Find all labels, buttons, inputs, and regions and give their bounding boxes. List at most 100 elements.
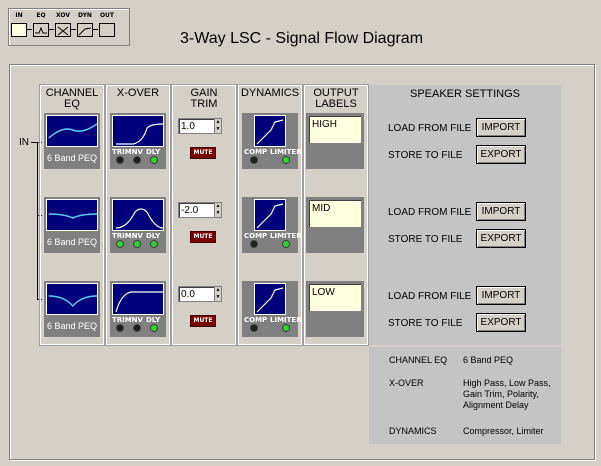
nav-label-xov: XOV <box>56 12 70 19</box>
dyn-comp-label-ch2: COMP <box>244 232 268 240</box>
dynamics-curve-icon <box>256 287 284 313</box>
eq-label-ch3: 6 Band PEQ <box>46 321 98 331</box>
dyn-comp-led-ch1[interactable] <box>250 156 258 164</box>
xover-trim-led-ch1[interactable] <box>116 156 124 164</box>
xover-trim-led-ch2[interactable] <box>116 240 124 248</box>
dyn-limiter-led-ch2[interactable] <box>282 240 290 248</box>
xover-icon <box>57 26 69 36</box>
gain-input-ch1[interactable]: 1.0 <box>178 118 216 134</box>
spin-down-icon[interactable]: ▼ <box>215 294 221 301</box>
signal-flow-nav: IN EQ XOV DYN OUT <box>8 8 130 46</box>
nav-label-dyn: DYN <box>78 12 92 19</box>
nav-out-button[interactable] <box>99 23 115 37</box>
xover-inv-label-ch1: INV <box>129 148 143 156</box>
export-button-ch2[interactable]: EXPORT <box>476 229 526 248</box>
gain-spinner-ch2[interactable]: ▲ ▼ <box>214 202 222 218</box>
dyn-comp-led-ch3[interactable] <box>250 324 258 332</box>
dynamics-display-ch3 <box>254 283 286 315</box>
dynamics-display-ch1 <box>254 115 286 147</box>
export-button-ch1[interactable]: EXPORT <box>476 145 526 164</box>
eq-display-ch1 <box>46 115 98 147</box>
xover-inv-label-ch3: INV <box>129 316 143 324</box>
header-xover: X-OVER <box>116 87 160 99</box>
mute-button-ch3[interactable]: MUTE <box>190 315 216 327</box>
xover-trim-led-ch3[interactable] <box>116 324 124 332</box>
legend-xover-val-1: High Pass, Low Pass, <box>463 378 551 388</box>
dyn-limiter-label-ch2: LIMITER <box>270 232 302 240</box>
spin-up-icon[interactable]: ▲ <box>215 203 221 210</box>
legend-xover-val-2: Gain Trim, Polarity, <box>463 389 539 399</box>
output-label-input-ch1[interactable]: HIGH <box>308 115 362 144</box>
store-to-file-label-ch2: STORE TO FILE <box>388 234 463 245</box>
xover-curve-icon <box>115 291 163 313</box>
import-button-ch3[interactable]: IMPORT <box>476 286 526 305</box>
gain-spinner-ch3[interactable]: ▲ ▼ <box>214 286 222 302</box>
xover-curve-icon <box>115 208 164 229</box>
spin-down-icon[interactable]: ▼ <box>215 210 221 217</box>
nav-dyn-button[interactable] <box>77 23 93 37</box>
mute-button-ch1[interactable]: MUTE <box>190 147 216 159</box>
spin-down-icon[interactable]: ▼ <box>215 126 221 133</box>
nav-xover-button[interactable] <box>55 23 71 37</box>
xover-dly-label-ch1: DLY <box>146 148 161 156</box>
eq-display-ch2 <box>46 199 98 231</box>
xover-dly-led-ch1[interactable] <box>150 156 158 164</box>
eq-label-ch2: 6 Band PEQ <box>46 237 98 247</box>
gain-input-ch3[interactable]: 0.0 <box>178 286 216 302</box>
load-from-file-label-ch2: LOAD FROM FILE <box>388 207 472 218</box>
gain-spinner-ch1[interactable]: ▲ ▼ <box>214 118 222 134</box>
dyn-comp-led-ch2[interactable] <box>250 240 258 248</box>
header-dynamics: DYNAMICS <box>240 87 300 99</box>
header-eq: CHANNEL EQ <box>45 87 99 110</box>
dynamics-display-ch2 <box>254 199 286 231</box>
input-bus <box>37 142 38 300</box>
dynamics-curve-icon <box>256 119 284 145</box>
nav-eq-button[interactable] <box>33 23 49 37</box>
eq-display-ch3 <box>46 283 98 315</box>
eq-curve-icon <box>48 123 98 139</box>
xover-display-ch2 <box>112 199 164 231</box>
import-button-ch1[interactable]: IMPORT <box>476 118 526 137</box>
xover-display-ch3 <box>112 283 164 315</box>
import-button-ch2[interactable]: IMPORT <box>476 202 526 221</box>
xover-dly-label-ch3: DLY <box>146 316 161 324</box>
header-gain: GAIN TRIM <box>190 87 218 110</box>
output-label-input-ch3[interactable]: LOW <box>308 283 362 312</box>
legend-dyn-val: Compressor, Limiter <box>463 426 544 436</box>
nav-label-in: IN <box>15 12 23 19</box>
xover-dly-led-ch3[interactable] <box>150 324 158 332</box>
dynamics-icon <box>78 27 92 36</box>
eq-label-ch1: 6 Band PEQ <box>46 153 98 163</box>
dyn-limiter-led-ch3[interactable] <box>282 324 290 332</box>
load-from-file-label-ch1: LOAD FROM FILE <box>388 123 472 134</box>
xover-inv-led-ch3[interactable] <box>133 324 141 332</box>
eq-curve-icon <box>35 26 47 34</box>
mute-button-ch2[interactable]: MUTE <box>190 231 216 243</box>
xover-dly-label-ch2: DLY <box>146 232 161 240</box>
xover-inv-label-ch2: INV <box>129 232 143 240</box>
dyn-limiter-label-ch3: LIMITER <box>270 316 302 324</box>
export-button-ch3[interactable]: EXPORT <box>476 313 526 332</box>
xover-inv-led-ch2[interactable] <box>133 240 141 248</box>
header-speaker: SPEAKER SETTINGS <box>409 88 521 100</box>
eq-curve-icon <box>48 213 97 219</box>
legend-xover-key: X-OVER <box>389 378 424 388</box>
xover-inv-led-ch1[interactable] <box>133 156 141 164</box>
output-label-input-ch2[interactable]: MID <box>308 199 362 228</box>
store-to-file-label-ch3: STORE TO FILE <box>388 318 463 329</box>
load-from-file-label-ch3: LOAD FROM FILE <box>388 291 472 302</box>
input-label: IN <box>19 137 29 148</box>
xover-dly-led-ch2[interactable] <box>150 240 158 248</box>
dyn-comp-label-ch3: COMP <box>244 316 268 324</box>
xover-curve-icon <box>116 123 164 145</box>
legend-dyn-key: DYNAMICS <box>389 426 437 436</box>
eq-curve-icon <box>48 295 97 308</box>
page-title: 3-Way LSC - Signal Flow Diagram <box>180 30 424 47</box>
spin-up-icon[interactable]: ▲ <box>215 119 221 126</box>
gain-input-ch2[interactable]: -2.0 <box>178 202 216 218</box>
dyn-comp-label-ch1: COMP <box>244 148 268 156</box>
nav-label-eq: EQ <box>36 12 46 19</box>
nav-in-button[interactable] <box>11 23 27 37</box>
spin-up-icon[interactable]: ▲ <box>215 287 221 294</box>
dyn-limiter-led-ch1[interactable] <box>282 156 290 164</box>
